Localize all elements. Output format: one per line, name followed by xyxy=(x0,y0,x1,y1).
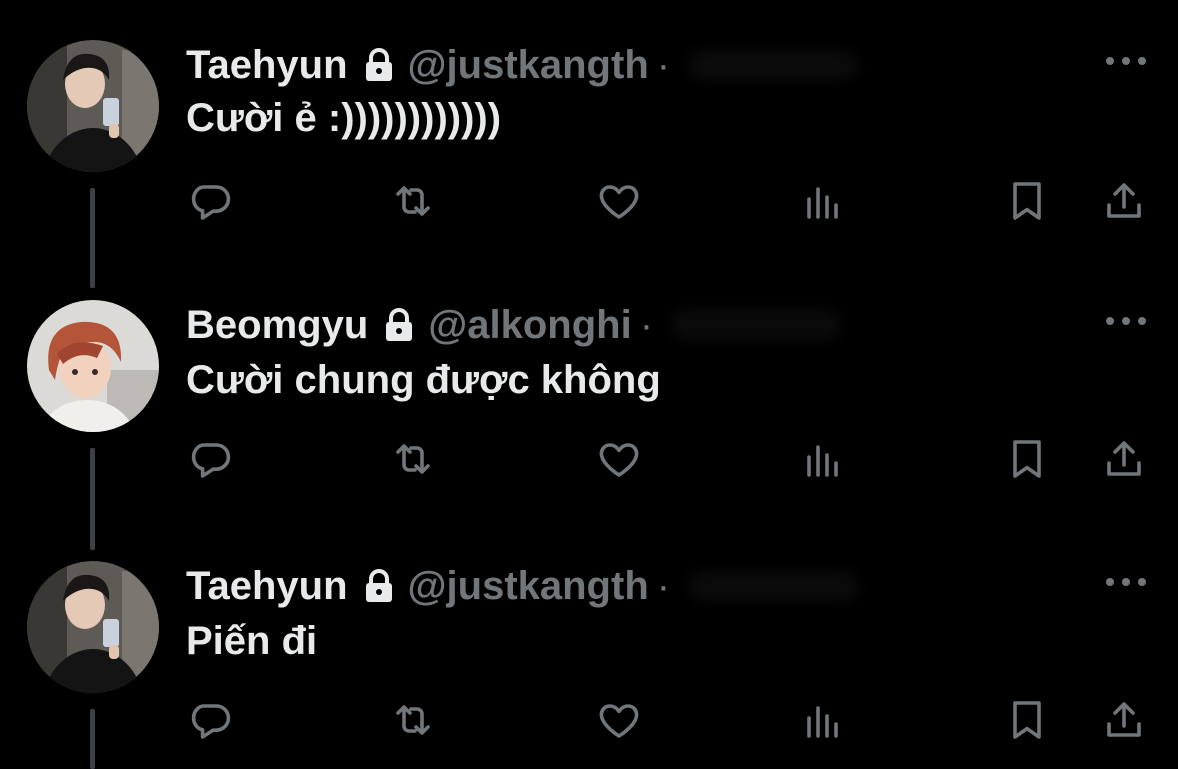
tweet-text: Piến đi xyxy=(186,619,318,663)
retweet-button[interactable] xyxy=(388,695,438,745)
share-icon xyxy=(1107,441,1141,476)
heart-icon xyxy=(599,185,639,219)
separator-dot: · xyxy=(656,563,671,608)
views-icon xyxy=(807,445,838,477)
retweet-button[interactable] xyxy=(388,176,438,226)
heart-icon xyxy=(599,443,639,477)
action-bar xyxy=(0,434,1178,484)
tweet-header: Taehyun @justkangth · xyxy=(186,561,859,611)
like-button[interactable] xyxy=(594,434,644,484)
more-icon[interactable] xyxy=(1104,54,1148,66)
views-icon xyxy=(807,187,838,219)
user-handle[interactable]: @justkangth xyxy=(408,564,649,609)
more-icon[interactable] xyxy=(1104,575,1148,587)
reply-icon xyxy=(191,185,231,220)
share-button[interactable] xyxy=(1099,176,1149,226)
lock-icon xyxy=(384,308,414,342)
share-button[interactable] xyxy=(1099,695,1149,745)
reply-button[interactable] xyxy=(186,695,236,745)
views-button[interactable] xyxy=(798,695,848,745)
display-name[interactable]: Taehyun xyxy=(186,564,348,609)
like-button[interactable] xyxy=(594,695,644,745)
more-icon[interactable] xyxy=(1104,314,1148,326)
lock-icon xyxy=(364,569,394,603)
like-button[interactable] xyxy=(594,176,644,226)
tweet-header: Taehyun @justkangth · xyxy=(186,40,859,90)
user-handle[interactable]: @justkangth xyxy=(408,43,649,88)
heart-icon xyxy=(599,704,639,738)
reply-icon xyxy=(191,443,231,478)
tweet-header: Beomgyu @alkonghi · xyxy=(186,300,842,350)
separator-dot: · xyxy=(656,42,671,87)
timestamp-redacted xyxy=(688,571,859,601)
share-button[interactable] xyxy=(1099,434,1149,484)
bookmark-button[interactable] xyxy=(1002,434,1052,484)
user-handle[interactable]: @alkonghi xyxy=(428,303,631,348)
avatar[interactable] xyxy=(27,561,159,693)
views-icon xyxy=(807,706,838,738)
action-bar xyxy=(0,176,1178,226)
reply-icon xyxy=(191,704,231,739)
reply-button[interactable] xyxy=(186,176,236,226)
tweet[interactable]: Taehyun @justkangth · Cười ẻ :))))))))))… xyxy=(0,40,1178,288)
timestamp-redacted xyxy=(688,50,859,80)
reply-button[interactable] xyxy=(186,434,236,484)
action-bar xyxy=(0,695,1178,745)
tweet-text: Cười ẻ :)))))))))))) xyxy=(186,96,502,140)
retweet-icon xyxy=(396,186,430,216)
bookmark-button[interactable] xyxy=(1002,695,1052,745)
share-icon xyxy=(1107,702,1141,737)
bookmark-icon xyxy=(1013,182,1041,220)
avatar[interactable] xyxy=(27,40,159,172)
tweet-text: Cười chung được không xyxy=(186,358,661,402)
tweet[interactable]: Taehyun @justkangth · Piến đi xyxy=(0,561,1178,769)
retweet-button[interactable] xyxy=(388,434,438,484)
lock-icon xyxy=(364,48,394,82)
retweet-icon xyxy=(396,705,430,735)
tweet[interactable]: Beomgyu @alkonghi · Cười chung được khôn… xyxy=(0,300,1178,550)
retweet-icon xyxy=(396,444,430,474)
bookmark-icon xyxy=(1013,440,1041,478)
display-name[interactable]: Beomgyu xyxy=(186,303,368,348)
timestamp-redacted xyxy=(671,310,842,340)
views-button[interactable] xyxy=(798,434,848,484)
bookmark-icon xyxy=(1013,701,1041,739)
bookmark-button[interactable] xyxy=(1002,176,1052,226)
avatar[interactable] xyxy=(27,300,159,432)
share-icon xyxy=(1107,183,1141,218)
separator-dot: · xyxy=(639,302,654,347)
display-name[interactable]: Taehyun xyxy=(186,43,348,88)
views-button[interactable] xyxy=(798,176,848,226)
